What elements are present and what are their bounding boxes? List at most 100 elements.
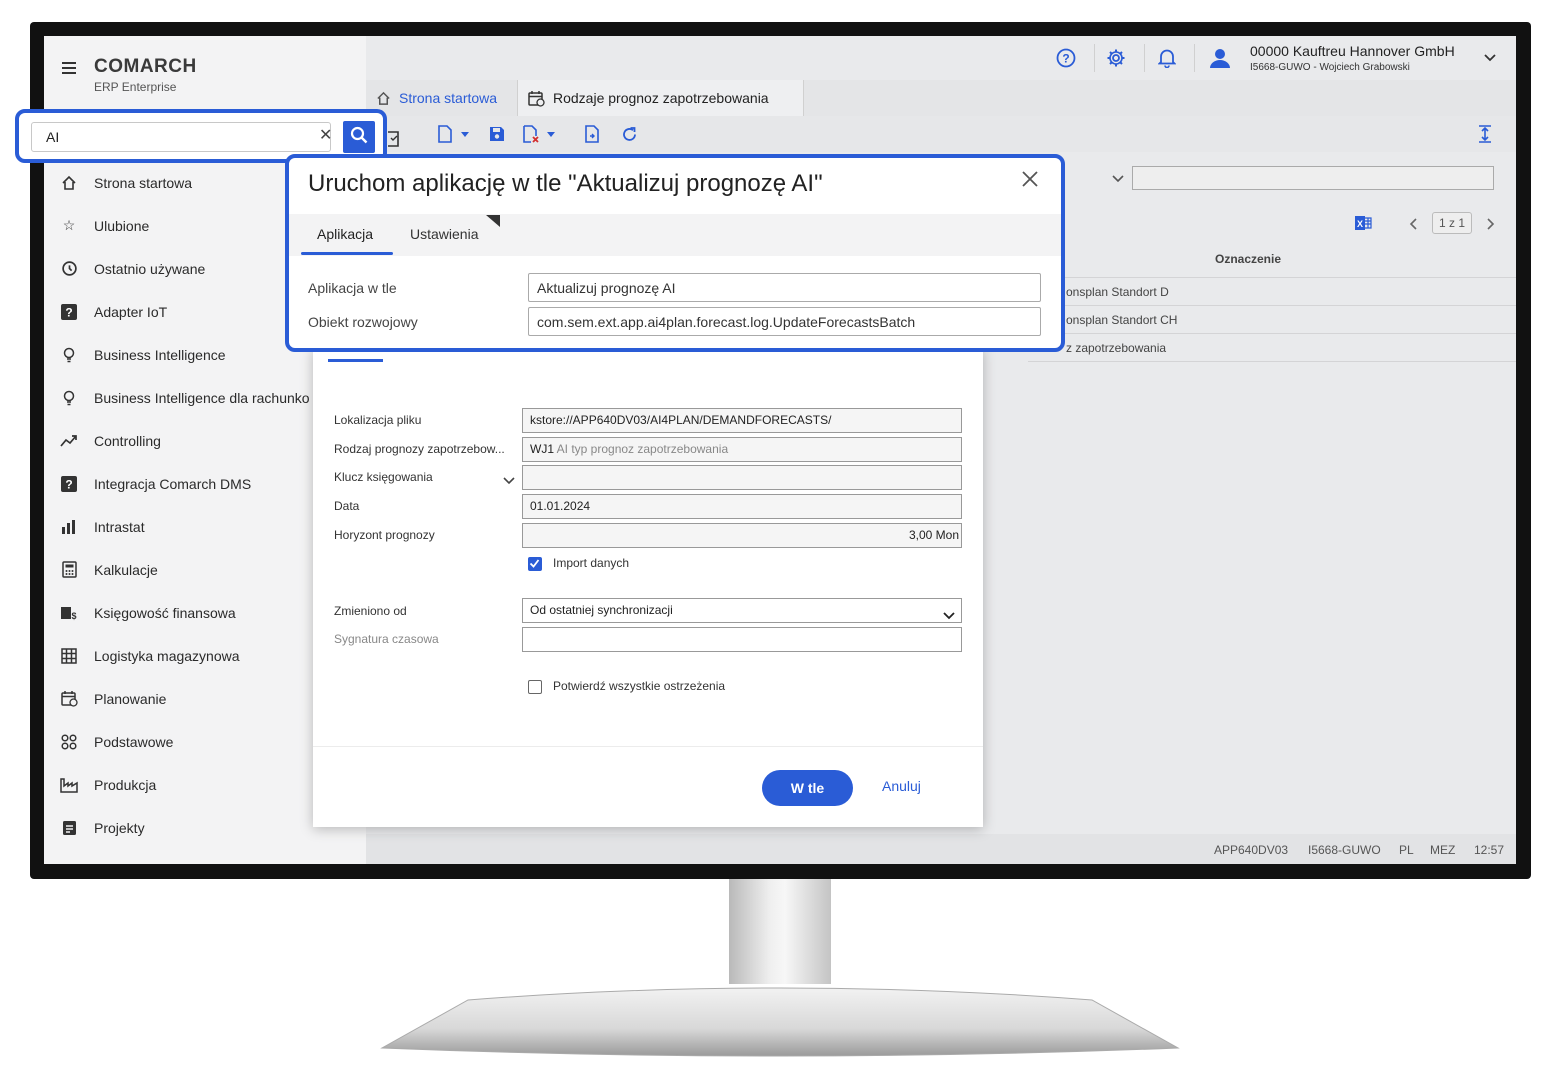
toolbar <box>366 116 1516 152</box>
sidebar-item-label: Kalkulacje <box>94 561 158 578</box>
home-icon <box>376 91 391 106</box>
changed-from-select[interactable]: Od ostatniej synchronizacji <box>522 598 962 623</box>
dev-object-field[interactable]: com.sem.ext.app.ai4plan.forecast.log.Upd… <box>528 307 1041 336</box>
finance-icon: $ <box>60 604 78 622</box>
dialog-tab-bar: Aplikacja Ustawienia <box>289 214 1061 256</box>
save-icon[interactable] <box>488 125 506 143</box>
dev-object-label: Obiekt rozwojowy <box>308 314 418 330</box>
sidebar-item-label: Business Intelligence dla rachunko <box>94 389 310 406</box>
file-location-label: Lokalizacja pliku <box>334 413 422 427</box>
search-button[interactable] <box>343 121 375 153</box>
horizon-field[interactable]: 3,00 Mon <box>522 523 962 548</box>
dialog-title: Uruchom aplikację w tle "Aktualizuj prog… <box>308 170 823 197</box>
tab-aplikacja[interactable]: Aplikacja <box>317 226 373 242</box>
top-bar: ? 00000 Kauftreu Hannover GmbH I5668-GUW… <box>366 36 1516 80</box>
bulb-icon <box>60 389 78 407</box>
tab-bar: Strona startowa Rodzaje prognoz zapotrze… <box>366 80 1516 116</box>
caret-down-icon[interactable] <box>546 125 556 143</box>
sidebar-item-label: Planowanie <box>94 690 167 707</box>
status-timezone: MEZ <box>1430 843 1456 857</box>
company-name[interactable]: 00000 Kauftreu Hannover GmbH <box>1250 43 1455 59</box>
chevron-down-icon[interactable] <box>1480 48 1500 68</box>
sidebar-item-label: Podstawowe <box>94 733 174 750</box>
clipboard-icon[interactable] <box>388 128 400 153</box>
table-row[interactable]: onsplan Standort D <box>1028 278 1516 306</box>
tab-home[interactable]: Strona startowa <box>366 80 518 116</box>
calendar-icon <box>60 690 78 708</box>
sidebar-item-label: Strona startowa <box>94 174 193 191</box>
tab-ustawienia[interactable]: Ustawienia <box>410 226 478 242</box>
home-icon <box>60 174 78 192</box>
caret-down-icon[interactable] <box>460 125 470 143</box>
svg-text:?: ? <box>1062 52 1069 66</box>
close-icon[interactable] <box>1021 170 1041 190</box>
header-divider <box>1194 44 1195 72</box>
cancel-button[interactable]: Anuluj <box>882 778 921 794</box>
run-background-app-dialog: Uruchom aplikację w tle "Aktualizuj prog… <box>285 154 1065 352</box>
chevron-down-icon[interactable] <box>1112 170 1124 188</box>
sidebar-item-label: Integracja Comarch DMS <box>94 475 252 492</box>
sidebar-item-label: Produkcja <box>94 776 157 793</box>
filter-input[interactable] <box>1132 166 1494 190</box>
forecast-type-description: AI typ prognoz zapotrzebowania <box>556 442 729 456</box>
status-lang: PL <box>1399 843 1414 857</box>
header-divider <box>1094 44 1095 72</box>
background-app-field[interactable]: Aktualizuj prognozę AI <box>528 273 1041 302</box>
parameters-dialog: Lokalizacja pliku kstore://APP640DV03/AI… <box>313 348 983 827</box>
table-row[interactable]: onsplan Standort CH <box>1028 306 1516 334</box>
tab-forecast-types[interactable]: Rodzaje prognoz zapotrzebowania <box>518 80 804 116</box>
sidebar-item-label: Controlling <box>94 432 161 449</box>
confirm-warnings-label: Potwierdź wszystkie ostrzeżenia <box>553 679 726 693</box>
search-icon <box>350 126 368 149</box>
confirm-warnings-checkbox[interactable] <box>528 680 542 694</box>
refresh-icon[interactable] <box>620 125 638 143</box>
help-square-icon: ? <box>60 303 78 321</box>
tab-underline <box>328 359 383 362</box>
hamburger-icon[interactable] <box>62 62 76 74</box>
table-row[interactable]: z zapotrzebowania <box>1028 334 1516 362</box>
apps-icon <box>60 733 78 751</box>
user-name[interactable]: I5668-GUWO - Wojciech Grabowski <box>1250 62 1410 73</box>
help-icon[interactable]: ? <box>1056 48 1076 68</box>
excel-icon[interactable]: X <box>1354 215 1372 236</box>
chevron-left-icon[interactable] <box>1409 217 1417 235</box>
column-header-oznaczenie[interactable]: Oznaczenie <box>1215 252 1281 266</box>
timestamp-field[interactable] <box>522 627 962 652</box>
cursor-marker-icon <box>486 214 500 232</box>
gear-icon[interactable] <box>1106 48 1126 68</box>
tab-home-label: Strona startowa <box>399 90 498 106</box>
calculator-icon <box>60 561 78 579</box>
svg-text:?: ? <box>65 305 72 319</box>
sidebar-item-label: Business Intelligence <box>94 346 226 363</box>
run-in-background-button[interactable]: W tle <box>762 770 853 806</box>
header-divider <box>1144 44 1145 72</box>
new-document-icon[interactable] <box>436 125 454 143</box>
close-icon[interactable]: ✕ <box>319 125 332 145</box>
forecast-type-field[interactable]: WJ1 AI typ prognoz zapotrzebowania <box>522 437 962 462</box>
project-icon <box>60 819 78 837</box>
posting-key-field[interactable] <box>522 465 962 490</box>
posting-key-label: Klucz księgowania <box>334 470 433 484</box>
chevron-down-icon[interactable] <box>943 607 955 625</box>
bulb-icon <box>60 346 78 364</box>
status-system: APP640DV03 <box>1214 843 1289 857</box>
forecast-type-label: Rodzaj prognozy zapotrzebow... <box>334 442 505 456</box>
chevron-right-icon[interactable] <box>1487 217 1495 235</box>
import-data-checkbox[interactable] <box>528 557 542 571</box>
copy-document-icon[interactable] <box>584 125 602 143</box>
date-field[interactable]: 01.01.2024 <box>522 494 962 519</box>
search-input[interactable]: AI <box>31 122 331 152</box>
file-location-field[interactable]: kstore://APP640DV03/AI4PLAN/DEMANDFORECA… <box>522 408 962 433</box>
import-data-label: Import danych <box>553 556 630 570</box>
svg-text:?: ? <box>65 477 72 491</box>
sidebar-item-label: Intrastat <box>94 518 145 535</box>
svg-text:X: X <box>1357 219 1363 229</box>
user-avatar-icon[interactable] <box>1208 46 1232 70</box>
chevron-down-icon[interactable] <box>503 472 515 490</box>
sidebar-item-label: Adapter IoT <box>94 303 168 320</box>
delete-document-icon[interactable] <box>522 125 540 143</box>
sidebar-item-label: Ostatnio używane <box>94 260 206 277</box>
text-height-icon[interactable] <box>1476 125 1494 143</box>
bell-icon[interactable] <box>1157 48 1177 68</box>
background-app-label: Aplikacja w tle <box>308 280 397 296</box>
